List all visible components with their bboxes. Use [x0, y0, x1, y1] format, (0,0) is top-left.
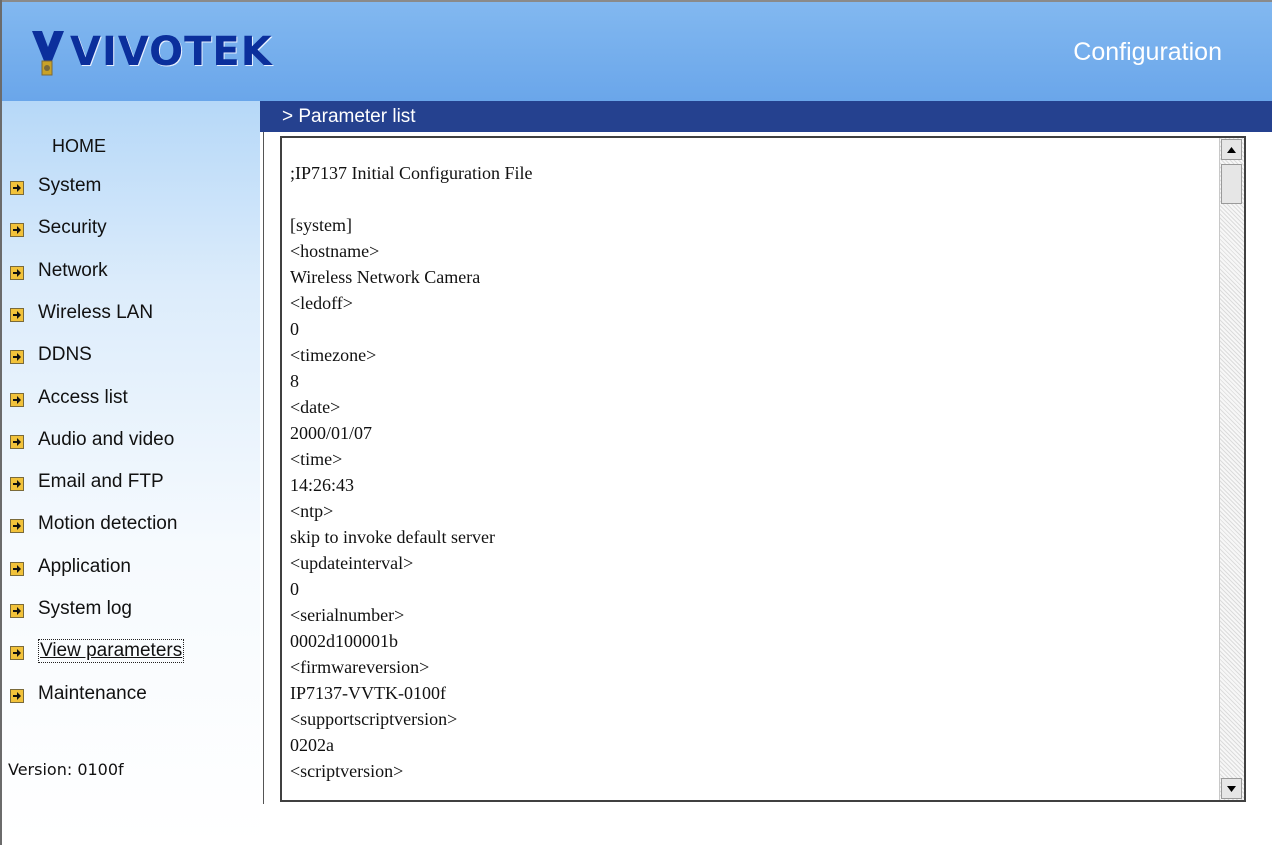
arrow-right-icon	[10, 604, 24, 618]
sidebar-item-label: Network	[38, 260, 108, 281]
sidebar-item-label: Security	[38, 217, 107, 238]
scroll-up-button[interactable]	[1221, 139, 1242, 160]
sidebar-item-label: Audio and video	[38, 429, 175, 450]
arrow-right-icon	[10, 646, 24, 660]
arrow-right-icon	[10, 181, 24, 195]
parameter-line: 8	[290, 371, 299, 391]
arrow-right-icon	[10, 519, 24, 533]
firmware-version: Version: 0100f	[8, 760, 124, 779]
sidebar-item-label: Access list	[38, 387, 128, 408]
sidebar-item-label: Wireless LAN	[38, 302, 154, 323]
sidebar-item-label: System log	[38, 598, 132, 619]
parameter-line: 14:26:43	[290, 475, 355, 495]
scroll-down-button[interactable]	[1221, 778, 1242, 799]
parameter-line: <ntp>	[290, 501, 334, 521]
scrollbar-thumb[interactable]	[1221, 164, 1242, 204]
sidebar-item-home[interactable]: HOME	[52, 136, 106, 157]
logo-text: VIVOTEK	[70, 29, 273, 75]
parameter-line: <serialnumber>	[290, 605, 405, 625]
sidebar-item-access-list[interactable]: Access list	[10, 385, 128, 411]
sidebar-item-label: Application	[38, 556, 131, 577]
sidebar-item-audio-and-video[interactable]: Audio and video	[10, 427, 174, 453]
logo-mark-icon	[32, 31, 64, 76]
arrow-right-icon	[10, 266, 24, 280]
sidebar-item-security[interactable]: Security	[10, 215, 107, 241]
content-divider	[263, 132, 264, 804]
sidebar-item-label: Motion detection	[38, 513, 178, 534]
parameter-line: [system]	[290, 215, 352, 235]
parameter-line: 2000/01/07	[290, 423, 373, 443]
parameter-line: <date>	[290, 397, 341, 417]
parameter-line: skip to invoke default server	[290, 527, 495, 547]
sidebar-item-system-log[interactable]: System log	[10, 596, 132, 622]
parameter-line: ;IP7137 Initial Configuration File	[290, 163, 533, 183]
sidebar-item-motion-detection[interactable]: Motion detection	[10, 511, 177, 537]
parameter-line: <firmwareversion>	[290, 657, 430, 677]
arrow-right-icon	[10, 308, 24, 322]
arrow-right-icon	[10, 562, 24, 576]
parameter-line: <time>	[290, 449, 343, 469]
parameter-line: <supportscriptversion>	[290, 709, 458, 729]
parameter-line: Wireless Network Camera	[290, 267, 481, 287]
sidebar-item-label: Maintenance	[38, 683, 147, 704]
page-header: VIVOTEK Configuration	[2, 2, 1272, 101]
sidebar-item-label: View parameters	[38, 639, 185, 663]
parameter-line: 0	[290, 319, 299, 339]
sidebar-item-label: DDNS	[38, 344, 92, 365]
sidebar-item-application[interactable]: Application	[10, 554, 131, 580]
arrow-right-icon	[10, 350, 24, 364]
sidebar-item-label: Email and FTP	[38, 471, 164, 492]
sidebar-item-maintenance[interactable]: Maintenance	[10, 681, 147, 707]
vivotek-logo: VIVOTEK	[30, 22, 273, 82]
sidebar-item-view-parameters[interactable]: View parameters	[10, 638, 185, 664]
parameter-line: <updateinterval>	[290, 553, 414, 573]
section-title-bar: > Parameter list	[260, 101, 1272, 132]
parameter-line: 0202a	[290, 735, 334, 755]
parameter-line: <timezone>	[290, 345, 377, 365]
arrow-right-icon	[10, 435, 24, 449]
sidebar-item-wireless-lan[interactable]: Wireless LAN	[10, 300, 153, 326]
arrow-right-icon	[10, 393, 24, 407]
arrow-right-icon	[10, 223, 24, 237]
arrow-right-icon	[10, 689, 24, 703]
vertical-scrollbar[interactable]	[1219, 138, 1244, 800]
arrow-up-icon	[1227, 146, 1236, 153]
parameter-textarea[interactable]: ;IP7137 Initial Configuration File [syste…	[280, 136, 1246, 802]
configuration-title: Configuration	[1073, 38, 1222, 66]
sidebar: HOME System Security Network Wireless LAN DD…	[2, 101, 260, 845]
parameter-line: <ledoff>	[290, 293, 353, 313]
parameter-text: ;IP7137 Initial Configuration File [syste…	[290, 160, 532, 784]
sidebar-item-email-and-ftp[interactable]: Email and FTP	[10, 469, 164, 495]
parameter-line: IP7137-VVTK-0100f	[290, 683, 446, 703]
arrow-right-icon	[10, 477, 24, 491]
sidebar-item-label: System	[38, 175, 102, 196]
arrow-down-icon	[1227, 785, 1236, 792]
parameter-line: <scriptversion>	[290, 761, 404, 781]
parameter-line: <hostname>	[290, 241, 380, 261]
sidebar-item-ddns[interactable]: DDNS	[10, 342, 92, 368]
parameter-line: 0002d100001b	[290, 631, 398, 651]
page-title: > Parameter list	[282, 106, 416, 127]
sidebar-item-system[interactable]: System	[10, 173, 101, 199]
parameter-line: 0	[290, 579, 299, 599]
sidebar-item-network[interactable]: Network	[10, 258, 108, 284]
